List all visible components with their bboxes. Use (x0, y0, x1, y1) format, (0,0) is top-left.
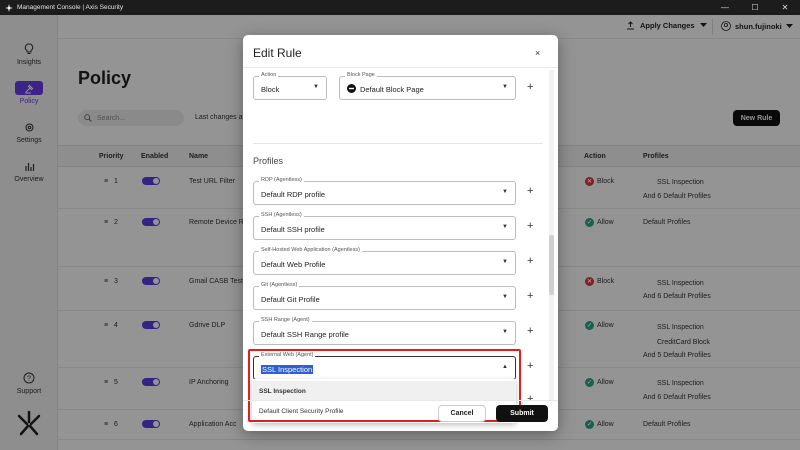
add-profile-button[interactable]: + (527, 325, 533, 337)
modal-title: Edit Rule (253, 46, 302, 60)
profiles-section-title: Profiles (253, 156, 284, 166)
ssh-profile-select[interactable]: SSH (Agentless) Default SSH profile ▼ (253, 212, 516, 240)
scrollbar-thumb[interactable] (549, 235, 554, 295)
close-window-button[interactable]: ✕ (770, 0, 800, 15)
modal-footer: Cancel Submit (243, 400, 558, 431)
caret-down-icon: ▼ (502, 224, 508, 230)
caret-down-icon: ▼ (502, 329, 508, 335)
field-label: Git (Agentless) (259, 282, 300, 288)
field-value: Block (261, 85, 280, 94)
block-page-select[interactable]: Block Page Default Block Page ▼ (339, 72, 516, 100)
add-profile-button[interactable]: + (527, 360, 533, 372)
caret-down-icon: ▼ (313, 84, 319, 90)
maximize-button[interactable]: ☐ (740, 0, 770, 15)
app-logo-icon (5, 3, 13, 12)
add-profile-button[interactable]: + (527, 255, 533, 267)
window-titlebar: Management Console | Axis Security — ☐ ✕ (0, 0, 800, 15)
rdp-profile-select[interactable]: RDP (Agentless) Default RDP profile ▼ (253, 177, 516, 205)
edit-rule-modal: Edit Rule × Action Block ▼ Block Page De… (243, 35, 558, 431)
field-value: Default SSH Range profile (261, 330, 349, 339)
add-profile-button[interactable]: + (527, 290, 533, 302)
field-label: Block Page (345, 72, 377, 78)
field-label: RDP (Agentless) (259, 177, 304, 183)
field-value: Default RDP profile (261, 190, 326, 199)
modal-body: Action Block ▼ Block Page Default Block … (243, 67, 558, 423)
add-profile-button[interactable]: + (527, 220, 533, 232)
git-profile-select[interactable]: Git (Agentless) Default Git Profile ▼ (253, 282, 516, 310)
field-value: Default Block Page (360, 85, 424, 94)
field-label: SSH Range (Agent) (259, 317, 312, 323)
add-profile-button[interactable]: + (527, 185, 533, 197)
minimize-button[interactable]: — (710, 0, 740, 15)
field-label: Self-Hosted Web Application (Agentless) (259, 247, 362, 253)
field-value: Default Web Profile (261, 260, 326, 269)
close-icon[interactable]: × (535, 48, 540, 58)
web-profile-select[interactable]: Self-Hosted Web Application (Agentless) … (253, 247, 516, 275)
caret-down-icon: ▼ (502, 294, 508, 300)
field-label: Action (259, 72, 279, 78)
submit-button[interactable]: Submit (496, 405, 548, 422)
field-label: SSH (Agentless) (259, 212, 304, 218)
cancel-button[interactable]: Cancel (438, 405, 486, 422)
add-block-page-button[interactable]: + (527, 81, 533, 93)
section-divider (253, 143, 543, 144)
action-select[interactable]: Action Block ▼ (253, 72, 327, 100)
window-title: Management Console | Axis Security (17, 4, 124, 11)
modal-scrollbar[interactable] (549, 70, 554, 400)
ssh-range-profile-select[interactable]: SSH Range (Agent) Default SSH Range prof… (253, 317, 516, 345)
no-entry-icon (347, 84, 356, 93)
field-value: Default SSH profile (261, 225, 325, 234)
field-value: Default Git Profile (261, 295, 320, 304)
caret-down-icon: ▼ (502, 84, 508, 90)
caret-down-icon: ▼ (502, 189, 508, 195)
caret-down-icon: ▼ (502, 259, 508, 265)
